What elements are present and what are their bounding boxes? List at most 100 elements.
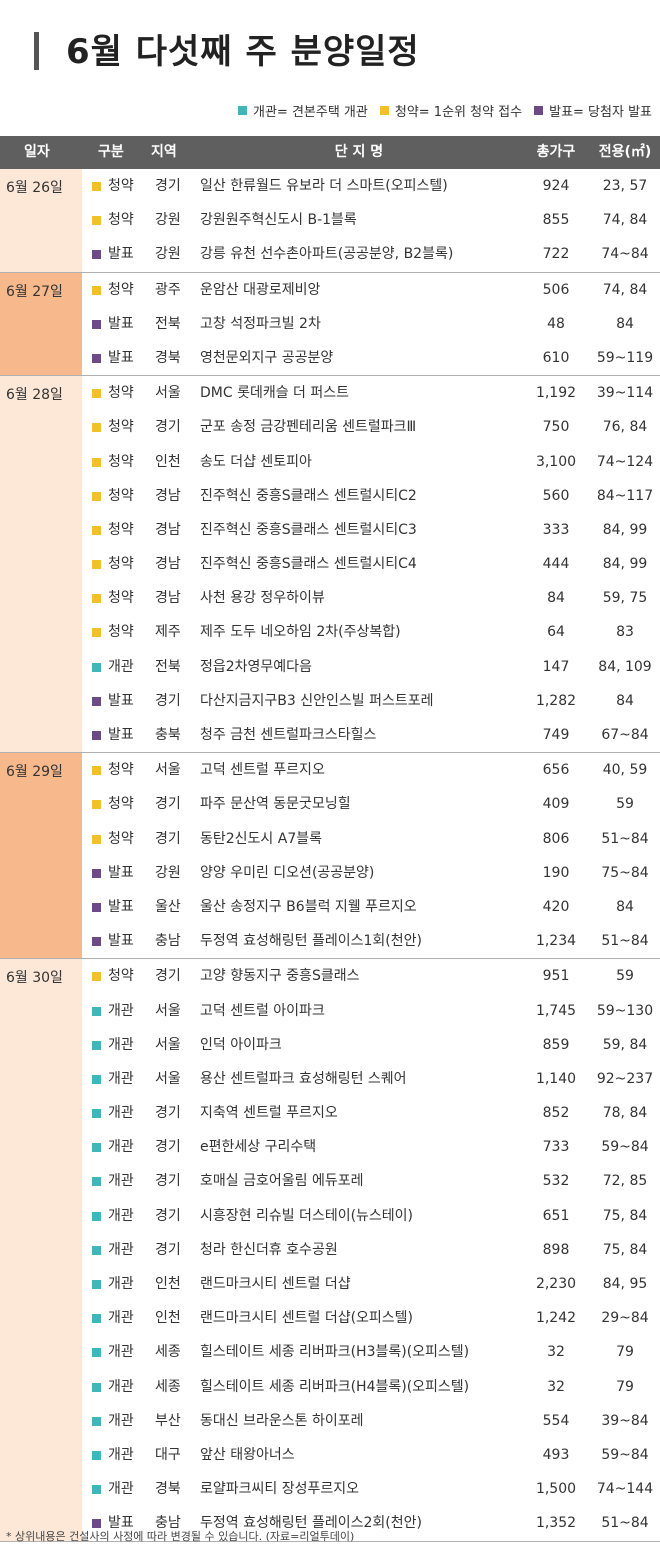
category-square-icon (92, 972, 101, 982)
row-area: 79 (616, 1378, 634, 1395)
category-square-icon (92, 353, 101, 363)
row-area: 59 (616, 796, 634, 813)
row-name: 다산지금지구B3 신안인스빌 퍼스트포레 (200, 692, 434, 709)
row-name: 사천 용강 정우하이뷰 (200, 590, 325, 607)
header-region: 지역 (151, 144, 177, 160)
row-region: 제주 (155, 624, 181, 641)
table-row: 발표 경기 다산지금지구B3 신안인스빌 퍼스트포레 1,282 84 (0, 684, 660, 718)
date-group: 6월 27일 청약 광주 운암산 대광로제비앙 506 74, 84 발표 전북 고창 석정파크… (0, 272, 660, 377)
category-square-icon (92, 731, 101, 740)
row-area: 75~84 (601, 864, 649, 881)
category-square-icon (92, 319, 101, 329)
category-square-icon (92, 1519, 101, 1529)
row-units: 532 (542, 1173, 570, 1190)
category-square-icon (92, 491, 101, 501)
row-region: 경기 (155, 1105, 181, 1122)
row-type: 발표 (108, 349, 134, 366)
legend-label: 청약= 1순위 청약 접수 (394, 104, 523, 120)
row-name: 진주혁신 중흥S클래스 센트럴시티C4 (200, 556, 417, 573)
row-name: 송도 더샵 센토피아 (200, 453, 312, 470)
row-units: 1,192 (535, 385, 577, 402)
category-square-icon (92, 902, 101, 912)
table-row: 개관 경기 시흥장현 리슈빌 더스테이(뉴스테이) 651 75, 84 (0, 1199, 660, 1233)
category-square-icon (92, 800, 101, 810)
row-type: 개관 (108, 1446, 134, 1463)
row-type: 개관 (108, 1105, 134, 1122)
row-area: 23, 57 (602, 178, 648, 194)
row-name: 울산 송정지구 B6블럭 지웰 푸르지오 (200, 898, 417, 915)
row-name: 강원원주혁신도시 B-1블록 (200, 212, 357, 229)
table-row: 청약 경기 파주 문산역 동문굿모닝힐 409 59 (0, 787, 660, 821)
category-square-icon (92, 937, 101, 947)
row-name: 인덕 아이파크 (200, 1036, 282, 1053)
row-type: 개관 (108, 1207, 134, 1224)
row-region: 강원 (155, 246, 181, 263)
row-area: 75, 84 (602, 1207, 648, 1224)
row-units: 48 (547, 315, 565, 332)
row-region: 세종 (155, 1344, 181, 1361)
row-region: 서울 (155, 1002, 181, 1019)
row-type: 개관 (108, 1241, 134, 1258)
legend-item-ann: 발표= 당첨자 발표 (534, 101, 652, 120)
date-group: 6월 30일 청약 경기 고양 향동지구 중흥S클래스 951 59 개관 서울 고덕 센트럴 … (0, 959, 660, 1542)
category-square-icon (92, 1245, 101, 1255)
legend-item-open: 개관= 견본주택 개관 (238, 101, 368, 120)
row-area: 84, 109 (598, 658, 652, 675)
category-square-icon (92, 1074, 101, 1084)
row-area: 74~84 (601, 246, 649, 263)
row-region: 인천 (155, 453, 181, 470)
row-type: 청약 (108, 796, 134, 813)
row-name: 군포 송정 금강펜테리움 센트럴파크Ⅲ (200, 419, 417, 436)
row-type: 개관 (108, 1412, 134, 1429)
category-square-icon (92, 216, 101, 226)
row-type: 발표 (108, 692, 134, 709)
row-units: 2,230 (535, 1276, 577, 1292)
row-region: 경남 (155, 487, 181, 504)
row-area: 51~84 (601, 1515, 649, 1532)
row-units: 898 (542, 1241, 570, 1258)
category-square-icon (92, 525, 101, 535)
row-type: 발표 (108, 864, 134, 881)
row-region: 인천 (155, 1310, 181, 1327)
row-units: 951 (542, 968, 570, 985)
table-row: 개관 경기 e편한세상 구리수택 733 59~84 (0, 1130, 660, 1164)
row-area: 51~84 (601, 830, 649, 847)
row-units: 733 (542, 1139, 570, 1156)
row-area: 39~84 (601, 1412, 649, 1429)
legend-label: 발표= 당첨자 발표 (549, 104, 652, 120)
row-area: 74, 84 (602, 212, 648, 229)
table-row: 개관 대구 앞산 태왕아너스 493 59~84 (0, 1438, 660, 1472)
legend-square-icon (534, 105, 544, 115)
table-row: 개관 경기 지축역 센트럴 푸르지오 852 78, 84 (0, 1096, 660, 1130)
table-row: 발표 강원 강릉 유천 선수촌아파트(공공분양, B2블록) 722 74~84 (0, 237, 660, 271)
category-square-icon (92, 1348, 101, 1358)
header-date: 일자 (24, 144, 50, 160)
row-type: 청약 (108, 521, 134, 538)
row-region: 부산 (155, 1412, 181, 1429)
row-region: 대구 (155, 1446, 181, 1463)
row-units: 444 (542, 556, 570, 573)
row-name: 지축역 센트럴 푸르지오 (200, 1105, 338, 1122)
row-region: 경북 (155, 1481, 181, 1498)
table-row: 개관 인천 랜드마크시티 센트럴 더샵 2,230 84, 95 (0, 1267, 660, 1301)
table-row: 개관 세종 힐스테이트 세종 리버파크(H4블록)(오피스텔) 32 79 (0, 1370, 660, 1404)
row-region: 광주 (155, 281, 181, 298)
table-row: 발표 울산 울산 송정지구 B6블럭 지웰 푸르지오 420 84 (0, 890, 660, 924)
row-type: 청약 (108, 624, 134, 641)
row-region: 경기 (155, 1173, 181, 1190)
table-row: 발표 전북 고창 석정파크빌 2차 48 84 (0, 307, 660, 341)
category-square-icon (92, 1450, 101, 1460)
row-area: 78, 84 (602, 1105, 648, 1122)
row-type: 개관 (108, 1310, 134, 1327)
category-square-icon (92, 1211, 101, 1221)
category-square-icon (92, 1382, 101, 1392)
row-units: 924 (542, 178, 570, 194)
row-area: 51~84 (601, 933, 649, 950)
title-area: 6월 다섯째 주 분양일정 (0, 0, 660, 90)
table-row: 청약 서울 DMC 롯데캐슬 더 퍼스트 1,192 39~114 (0, 376, 660, 410)
row-type: 개관 (108, 1378, 134, 1395)
table-row: 개관 부산 동대신 브라운스톤 하이포레 554 39~84 (0, 1404, 660, 1438)
row-units: 493 (542, 1446, 570, 1463)
category-square-icon (92, 457, 101, 467)
row-region: 세종 (155, 1378, 181, 1395)
